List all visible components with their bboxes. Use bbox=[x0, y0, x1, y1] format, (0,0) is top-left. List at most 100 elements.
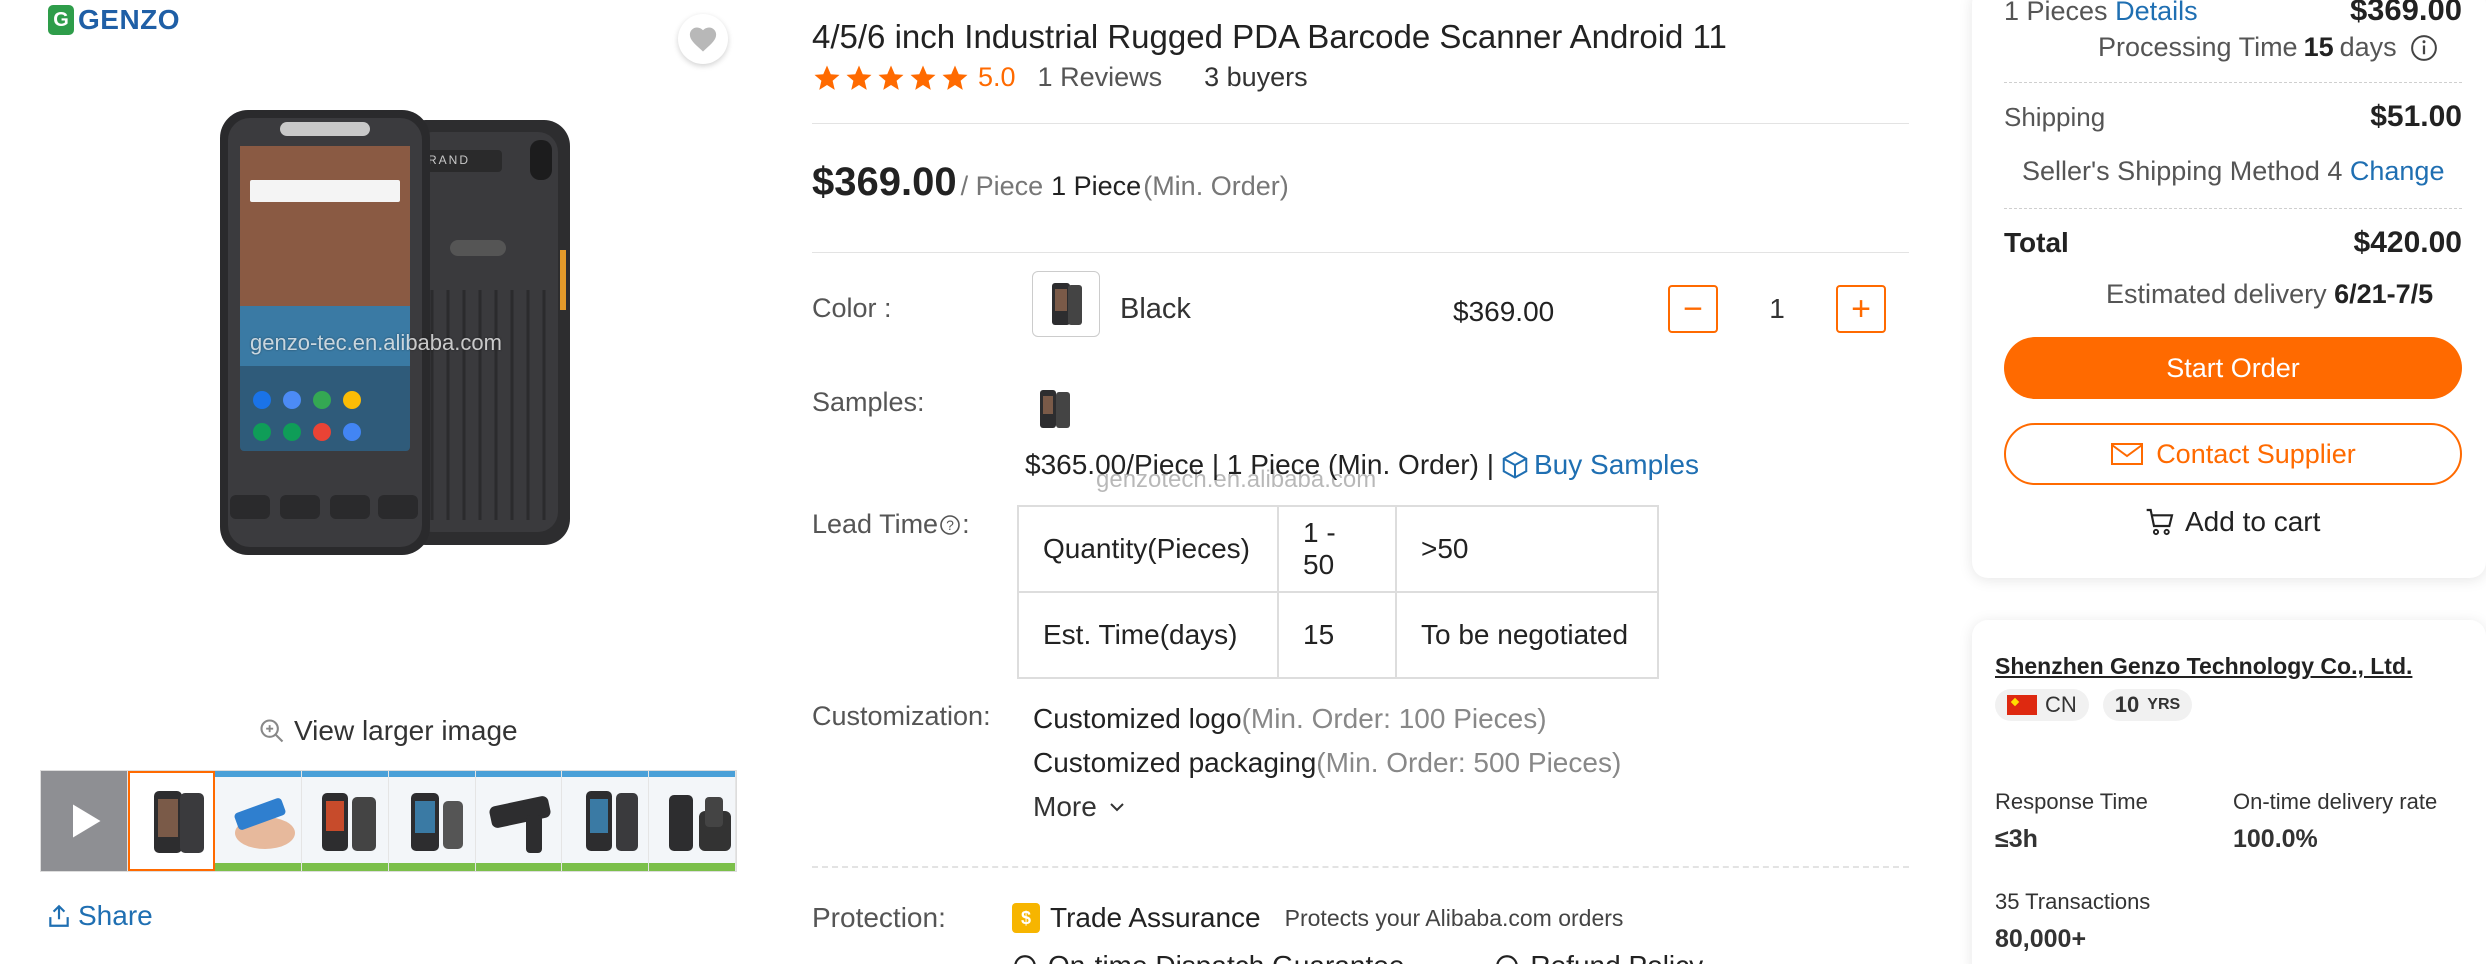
device-swatch-image bbox=[1052, 283, 1082, 325]
order-top-row: 1 Pieces Details $369.00 bbox=[2004, 0, 2462, 28]
dispatch-guarantee-label: On-time Dispatch Guarantee bbox=[1048, 950, 1404, 964]
cart-icon bbox=[2146, 508, 2174, 536]
years-value: 10 bbox=[2114, 692, 2140, 717]
rating-row: 5.0 1 Reviews 3 buyers bbox=[812, 62, 1308, 93]
device-front-image bbox=[586, 791, 639, 851]
china-flag-icon bbox=[2007, 695, 2037, 715]
thumbnail-5[interactable] bbox=[475, 771, 563, 871]
years-unit: YRS bbox=[2147, 696, 2181, 713]
product-title: 4/5/6 inch Industrial Rugged PDA Barcode… bbox=[812, 18, 1727, 55]
divider bbox=[2004, 208, 2462, 209]
buy-samples-link[interactable]: Buy Samples bbox=[1500, 449, 1699, 481]
samples-label: Samples: bbox=[812, 387, 925, 417]
start-order-button[interactable]: Start Order bbox=[2004, 337, 2462, 399]
processing-days: 15 bbox=[2303, 32, 2334, 62]
dashed-divider bbox=[812, 866, 1909, 868]
shipping-method-row: Seller's Shipping Method 4 Change bbox=[2022, 156, 2444, 187]
dispatch-guarantee-item[interactable]: On-time Dispatch Guarantee bbox=[1012, 950, 1404, 964]
divider bbox=[2004, 82, 2462, 83]
thumbnail-7[interactable] bbox=[649, 771, 736, 871]
min-order-note: (Min. Order) bbox=[1143, 171, 1289, 201]
device-cradle-image bbox=[669, 795, 732, 851]
transactions-label: 35 Transactions bbox=[1995, 889, 2151, 914]
color-name: Black bbox=[1120, 293, 1191, 325]
decrease-quantity-button[interactable]: − bbox=[1668, 285, 1718, 333]
refund-icon bbox=[1496, 955, 1519, 964]
rating-score: 5.0 bbox=[978, 62, 1016, 92]
device-pair-image bbox=[321, 793, 376, 851]
ontime-delivery-label: On-time delivery rate bbox=[2233, 789, 2438, 814]
view-larger-image-link[interactable]: View larger image bbox=[258, 715, 518, 747]
divider bbox=[812, 252, 1909, 253]
star-icon bbox=[878, 65, 904, 90]
refund-policy-label: Refund Policy bbox=[1530, 950, 1703, 964]
list-item: Customized packaging(Min. Order: 500 Pie… bbox=[1033, 741, 1621, 785]
supplier-name-link[interactable]: Shenzhen Genzo Technology Co., Ltd. bbox=[1995, 653, 2412, 680]
increase-quantity-button[interactable]: + bbox=[1836, 285, 1886, 333]
device-in-hand-image bbox=[234, 798, 296, 849]
contact-supplier-button[interactable]: Contact Supplier bbox=[2004, 423, 2462, 485]
table-row: Quantity(Pieces) 1 - 50 >50 bbox=[1017, 505, 1659, 593]
total-row: Total $420.00 bbox=[2004, 226, 2462, 260]
color-option-black[interactable] bbox=[1032, 271, 1100, 337]
star-icon bbox=[910, 65, 936, 90]
genzo-logo-icon: G bbox=[48, 5, 74, 35]
trade-assurance-title[interactable]: Trade Assurance bbox=[1050, 902, 1261, 934]
protection-details-row: On-time Dispatch Guarantee Refund Policy bbox=[1012, 950, 1703, 964]
color-label: Color : bbox=[812, 293, 892, 323]
thumbnail-4[interactable] bbox=[388, 771, 476, 871]
change-shipping-link[interactable]: Change bbox=[2350, 156, 2445, 186]
custom-option-note: (Min. Order: 100 Pieces) bbox=[1241, 703, 1547, 734]
transactions-metric: 35 Transactions 80,000+ bbox=[1995, 889, 2150, 954]
buyers-count: 3 buyers bbox=[1204, 62, 1308, 92]
min-quantity: 1 Piece bbox=[1051, 171, 1142, 201]
zoom-icon bbox=[260, 719, 284, 743]
view-larger-label: View larger image bbox=[294, 715, 518, 746]
thumbnail-1[interactable] bbox=[127, 771, 216, 871]
delivery-date: 6/21-7/5 bbox=[2334, 279, 2434, 309]
contact-supplier-label: Contact Supplier bbox=[2156, 438, 2356, 469]
color-price: $369.00 bbox=[1453, 296, 1555, 327]
response-time-metric: Response Time ≤3h bbox=[1995, 789, 2148, 854]
box-icon bbox=[1502, 451, 1528, 479]
share-icon bbox=[49, 904, 69, 927]
details-link[interactable]: Details bbox=[2115, 0, 2198, 26]
share-link[interactable]: Share bbox=[46, 900, 153, 932]
help-icon[interactable]: ? bbox=[938, 513, 962, 537]
pistol-grip-image bbox=[489, 796, 551, 853]
refund-policy-item[interactable]: Refund Policy bbox=[1494, 950, 1703, 964]
shipping-method: Seller's Shipping Method 4 bbox=[2022, 156, 2343, 186]
thumbnail-3[interactable] bbox=[301, 771, 389, 871]
star-icon bbox=[942, 65, 968, 90]
custom-option-name: Customized packaging bbox=[1033, 747, 1317, 778]
video-thumbnail[interactable] bbox=[41, 771, 128, 871]
processing-time-row: Processing Time 15 days bbox=[2098, 32, 2439, 63]
brand-logo[interactable]: G GENZO bbox=[48, 4, 180, 36]
quantity-input[interactable] bbox=[1718, 285, 1836, 333]
table-cell: 15 bbox=[1277, 591, 1397, 679]
favorite-button[interactable] bbox=[678, 14, 728, 64]
thumbnail-2[interactable] bbox=[215, 771, 302, 871]
star-icon bbox=[846, 65, 872, 90]
info-icon[interactable] bbox=[2409, 33, 2439, 63]
image-watermark: genzo-tec.en.alibaba.com bbox=[250, 330, 502, 355]
customization-label: Customization: bbox=[812, 701, 991, 731]
quantity-stepper: − + bbox=[1668, 285, 1886, 333]
product-price: $369.00 bbox=[812, 160, 957, 204]
country-code: CN bbox=[2045, 692, 2077, 717]
supplier-tags: CN 10 YRS bbox=[1995, 689, 2193, 721]
table-cell: Quantity(Pieces) bbox=[1017, 505, 1279, 593]
thumbnail-6[interactable] bbox=[562, 771, 650, 871]
delivery-row: Estimated delivery 6/21-7/5 bbox=[2106, 279, 2433, 310]
processing-unit: days bbox=[2339, 32, 2397, 62]
add-to-cart-button[interactable]: Add to cart bbox=[2143, 506, 2320, 538]
trade-assurance-desc: Protects your Alibaba.com orders bbox=[1284, 904, 1624, 931]
star-icon bbox=[814, 65, 840, 90]
table-cell: >50 bbox=[1395, 505, 1659, 593]
more-options-toggle[interactable]: More bbox=[1033, 785, 1621, 829]
device-thumbnail-image bbox=[153, 791, 204, 853]
custom-option-note: (Min. Order: 500 Pieces) bbox=[1316, 747, 1622, 778]
table-cell: 1 - 50 bbox=[1277, 505, 1397, 593]
chevron-down-icon bbox=[1110, 803, 1124, 812]
reviews-link[interactable]: 1 Reviews bbox=[1038, 62, 1163, 93]
